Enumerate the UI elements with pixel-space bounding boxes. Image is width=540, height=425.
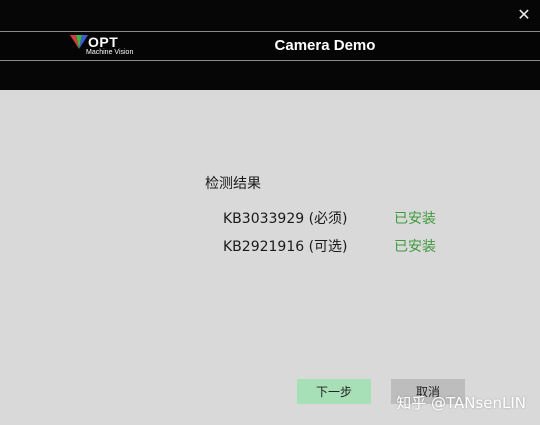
update-label-kb2921916: KB2921916 (可选) xyxy=(223,239,348,255)
section-title: 检测结果 xyxy=(205,176,261,192)
next-button[interactable]: 下一步 xyxy=(297,379,371,404)
window-title: Camera Demo xyxy=(274,37,376,54)
update-status-kb3033929: 已安装 xyxy=(394,211,436,227)
close-icon[interactable]: ✕ xyxy=(517,5,530,24)
update-status-kb2921916: 已安装 xyxy=(394,239,436,255)
watermark: 知乎 @TANsenLIN xyxy=(396,394,526,412)
close-button[interactable]: ✕ xyxy=(514,5,534,25)
update-label-kb3033929: KB3033929 (必须) xyxy=(223,211,348,227)
